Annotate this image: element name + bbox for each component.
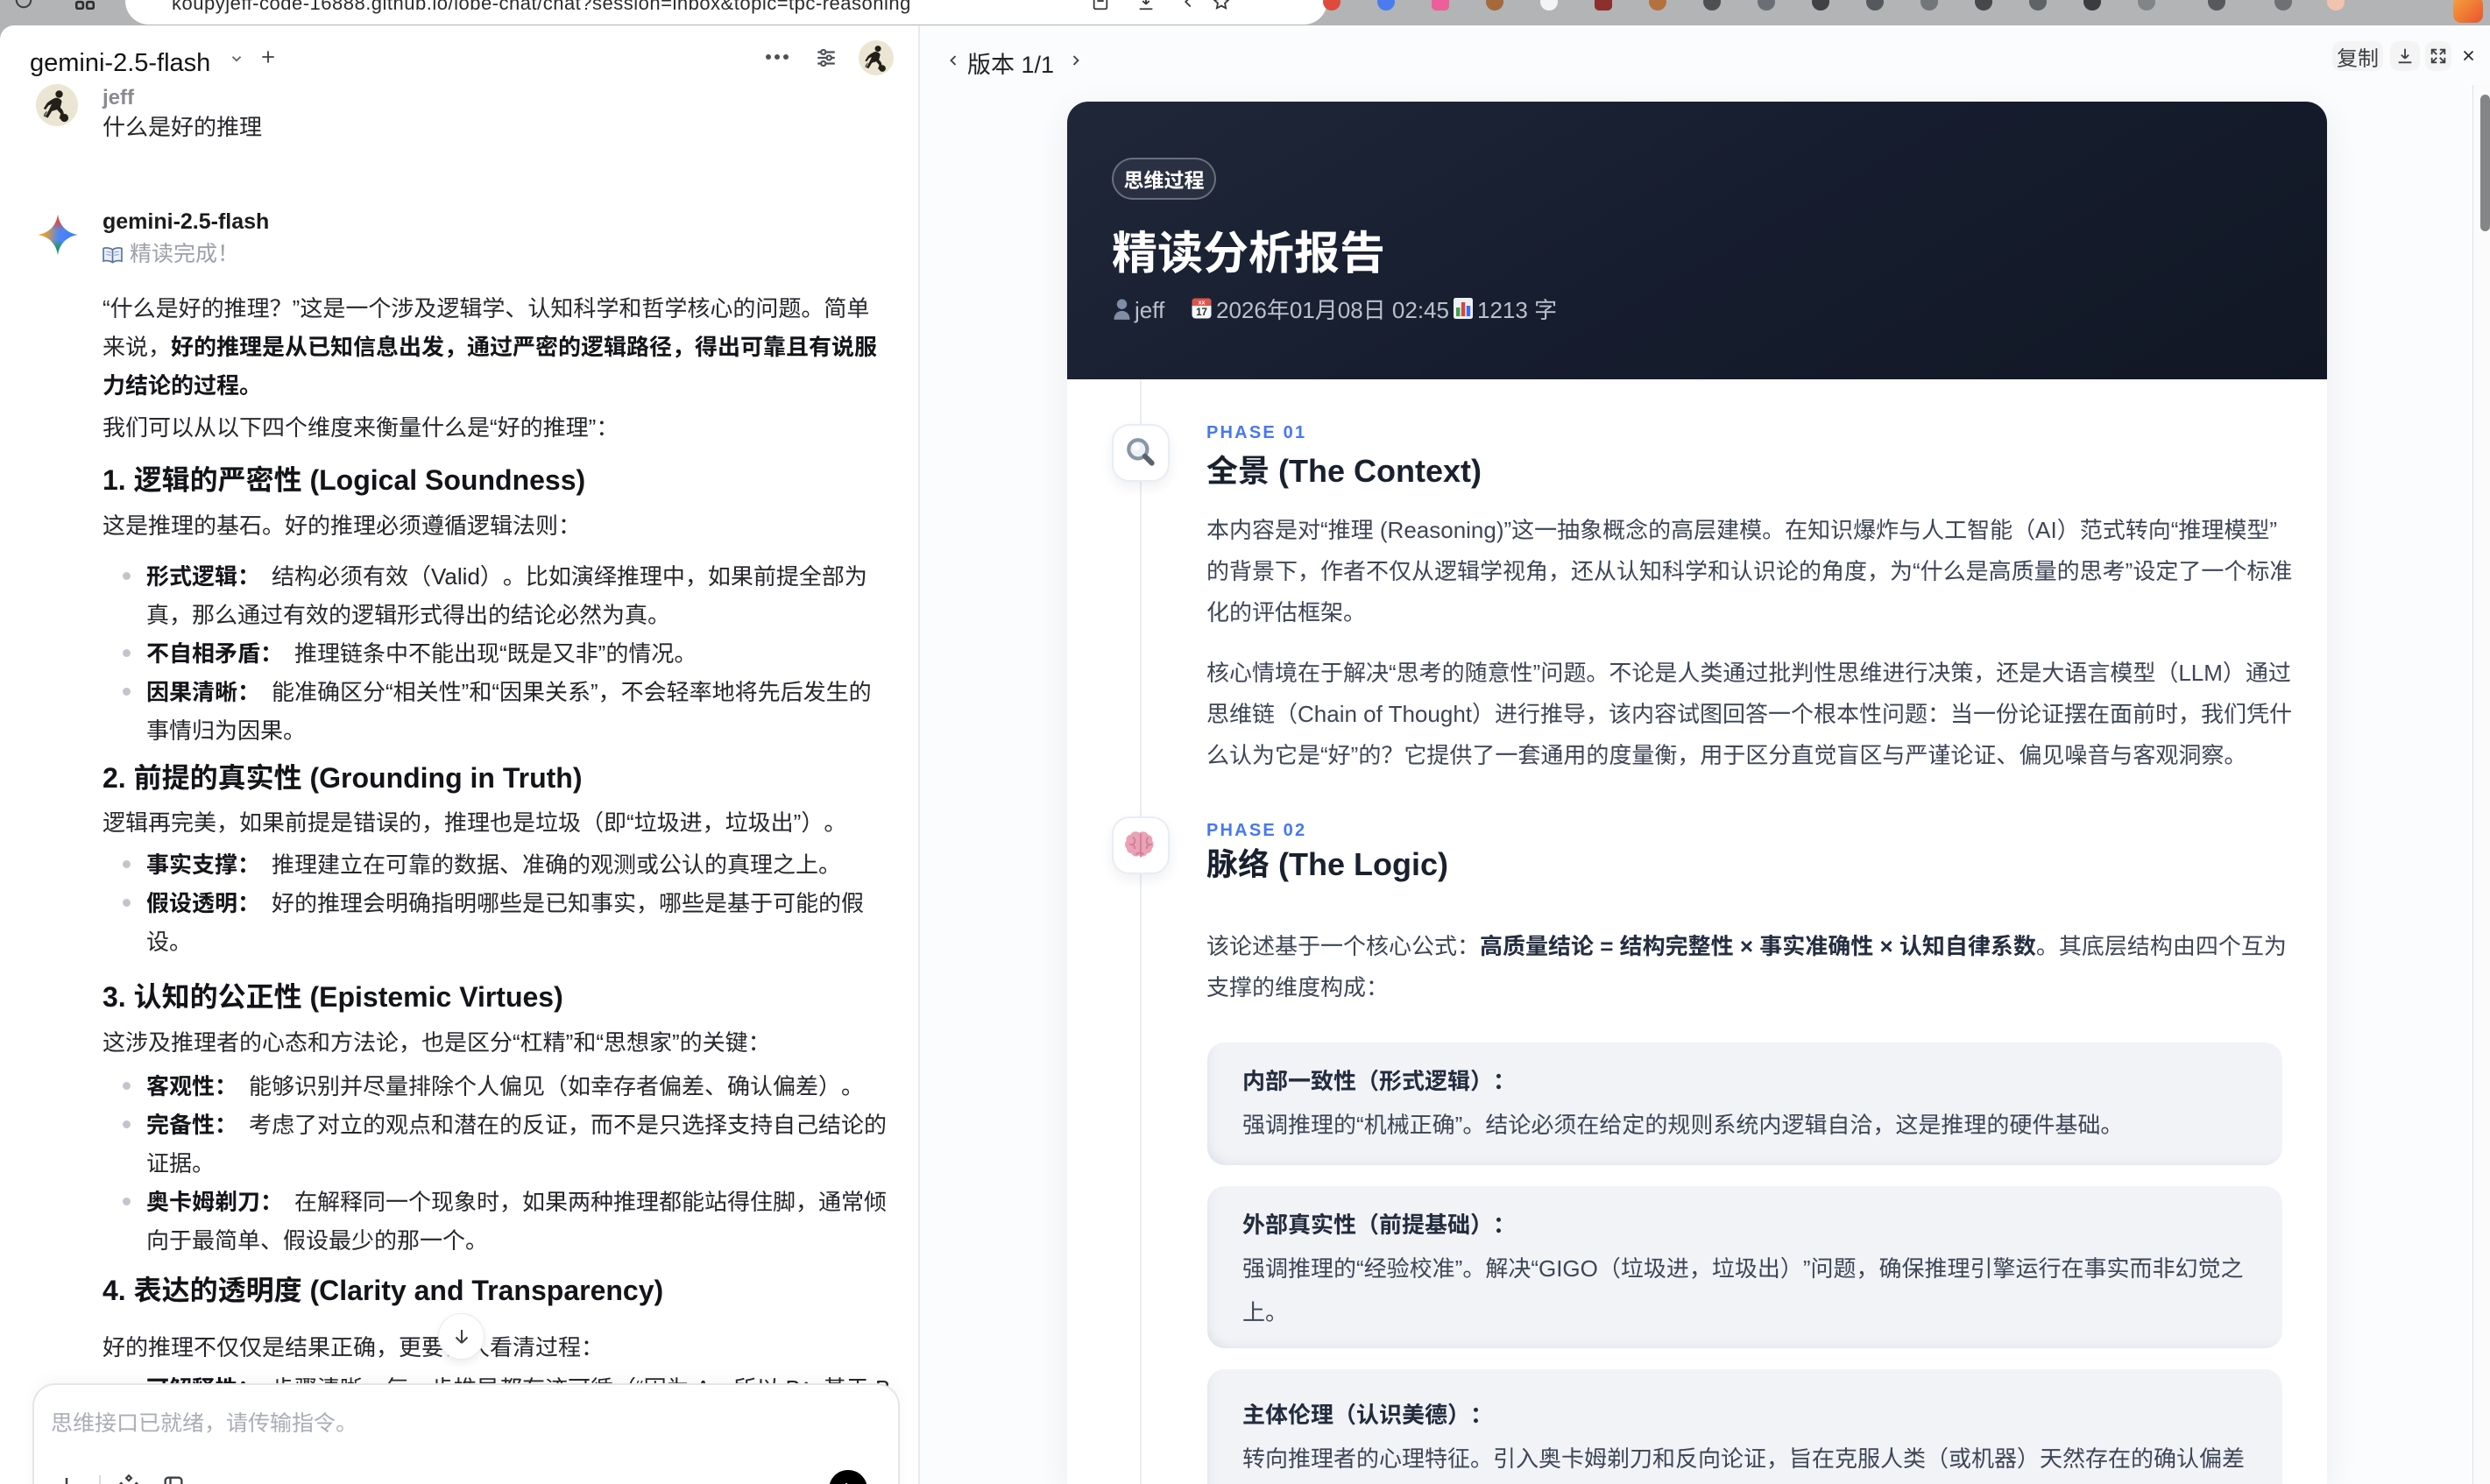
svg-text:xx: xx xyxy=(1199,300,1206,307)
svg-text:17: 17 xyxy=(1196,307,1207,318)
